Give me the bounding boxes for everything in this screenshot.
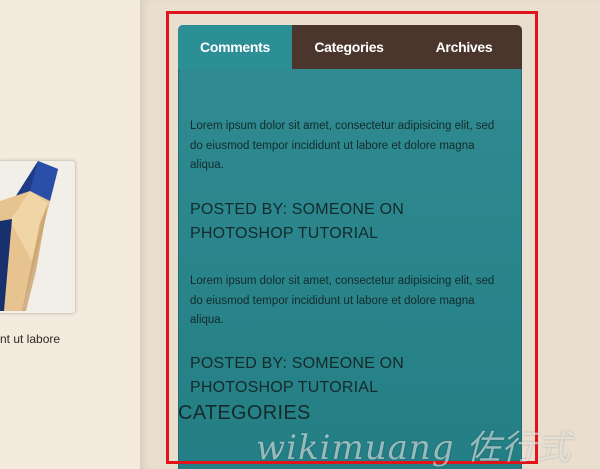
left-column: nt ut labore xyxy=(0,0,140,469)
comment-text: Lorem ipsum dolor sit amet, consectetur … xyxy=(190,275,495,326)
widget-tab-bar: Comments Categories Archives xyxy=(178,25,522,69)
tab-archives[interactable]: Archives xyxy=(406,25,522,69)
comment-posted-by: POSTED BY: SOMEONE ON PHOTOSHOP TUTORIAL xyxy=(190,352,510,400)
comment-posted-by: POSTED BY: SOMEONE ON PHOTOSHOP TUTORIAL xyxy=(190,198,510,246)
posted-by-line: POSTED BY: SOMEONE ON xyxy=(190,355,405,372)
posted-source-line: PHOTOSHOP TUTORIAL xyxy=(190,379,379,396)
watermark: wikimuang 佐行式 xyxy=(256,428,572,468)
tab-comments[interactable]: Comments xyxy=(178,25,292,69)
tab-categories[interactable]: Categories xyxy=(292,25,406,69)
posted-source-line: PHOTOSHOP TUTORIAL xyxy=(190,225,379,242)
post-excerpt-caption: nt ut labore xyxy=(0,332,61,346)
posted-by-line: POSTED BY: SOMEONE ON xyxy=(190,201,405,218)
pencil-image xyxy=(0,161,75,313)
post-thumbnail[interactable] xyxy=(0,160,76,314)
comment-text: Lorem ipsum dolor sit amet, consectetur … xyxy=(190,120,495,171)
